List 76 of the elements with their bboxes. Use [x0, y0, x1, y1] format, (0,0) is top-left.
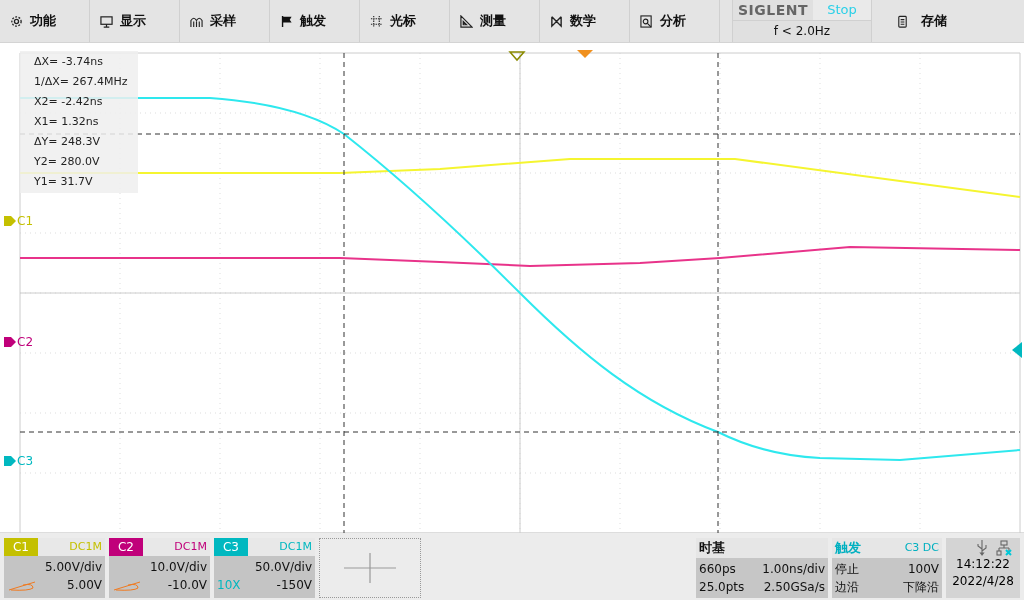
coupling-label: DC1M: [68, 539, 103, 555]
menu-button[interactable]: 光标: [360, 0, 450, 42]
usb-icon: [976, 540, 988, 556]
crosshair-icon: [370, 14, 383, 28]
clock-time: 14:12:22: [956, 556, 1010, 573]
trigger-position-marker: [508, 51, 526, 62]
clock-date: 2022/4/28: [952, 573, 1014, 590]
menu-button[interactable]: 数学: [540, 0, 630, 42]
trigger-slope: 下降沿: [903, 579, 939, 596]
flag-icon: [280, 14, 293, 28]
cursor-value: ΔX= -3.74ns: [33, 54, 104, 70]
channel-card[interactable]: C1 DC1M 5.00V/div 5.00V: [4, 538, 105, 598]
channel-marker-icon[interactable]: [4, 455, 16, 467]
magnifier-document-icon: [640, 14, 653, 28]
menu-button[interactable]: 触发: [270, 0, 360, 42]
menu-button[interactable]: 采样: [180, 0, 270, 42]
vertical-scale: 5.00V/div: [44, 559, 102, 576]
trigger-level: 100V: [907, 561, 939, 578]
cursor-line[interactable]: [717, 52, 719, 534]
channel-tag: C2: [109, 538, 143, 556]
vertical-scale: 50.0V/div: [254, 559, 312, 576]
menu-button[interactable]: 显示: [90, 0, 180, 42]
sample-rate: 2.50GSa/s: [763, 579, 825, 596]
clipboard-icon: [896, 14, 909, 28]
channel-label: C3: [17, 454, 33, 468]
vertical-offset: -150V: [276, 577, 312, 594]
timebase-panel[interactable]: 时基 660ps 1.00ns/div 25.0pts 2.50GSa/s: [696, 538, 828, 598]
trigger-panel[interactable]: 触发 C3 DC 停止 100V 边沿 下降沿: [832, 538, 942, 598]
panel-title: 时基: [696, 538, 828, 558]
channel-card[interactable]: C2 DC1M 10.0V/div -10.0V: [109, 538, 210, 598]
cursor-value: Y2= 280.0V: [33, 154, 101, 170]
probe-icon: [112, 579, 142, 591]
menu-button[interactable]: 功能: [0, 0, 90, 42]
network-disconnected-icon: [996, 540, 1012, 556]
cursor-line[interactable]: [343, 52, 345, 534]
gear-icon: [10, 14, 23, 28]
brand-logo: SIGLENT: [736, 1, 809, 20]
monitor-icon: [100, 14, 113, 28]
channel-label: C1: [17, 214, 33, 228]
probe-factor: 10X: [217, 577, 241, 594]
vertical-offset: -10.0V: [167, 577, 207, 594]
memory-depth: 25.0pts: [699, 579, 745, 596]
trigger-source: C3: [904, 541, 920, 554]
vertical-scale: 10.0V/div: [149, 559, 207, 576]
run-state: Stop: [813, 0, 871, 20]
trigger-coupling: DC: [922, 541, 939, 554]
trigger-mode: 停止: [835, 561, 859, 578]
coupling-label: DC1M: [278, 539, 313, 555]
channel-marker-icon[interactable]: [4, 336, 16, 348]
channel-card[interactable]: C3 DC1M 50.0V/div 10X -150V: [214, 538, 315, 598]
panel-title: 触发: [835, 539, 861, 557]
save-button[interactable]: 存储: [876, 0, 1024, 42]
trigger-frequency: f < 2.0Hz: [772, 23, 832, 40]
cursor-line[interactable]: [19, 431, 1021, 433]
hourglass-icon: [550, 14, 563, 28]
channel-tag: C3: [214, 538, 248, 556]
cursor-value: X2= -2.42ns: [33, 94, 104, 110]
menu-button[interactable]: 测量: [450, 0, 540, 42]
trigger-type: 边沿: [835, 579, 859, 596]
cursor-value: 1/ΔX= 267.4MHz: [33, 74, 129, 90]
cursor-value: Y1= 31.7V: [33, 174, 94, 190]
delay-marker: [577, 50, 593, 58]
vertical-offset: 5.00V: [67, 577, 102, 594]
time-scale: 1.00ns/div: [762, 561, 825, 578]
plus-icon: [344, 553, 396, 583]
cursor-value: X1= 1.32ns: [33, 114, 100, 130]
channel-tag: C1: [4, 538, 38, 556]
channel-marker-icon[interactable]: [4, 215, 16, 227]
coupling-label: DC1M: [173, 539, 208, 555]
trigger-delay: 660ps: [699, 561, 736, 578]
channel-label: C2: [17, 335, 33, 349]
add-channel-button[interactable]: [319, 538, 421, 598]
probe-icon: [7, 579, 37, 591]
cursor-value: ΔY= 248.3V: [33, 134, 101, 150]
trigger-level-marker: [1012, 342, 1022, 358]
menu-button[interactable]: 分析: [630, 0, 720, 42]
